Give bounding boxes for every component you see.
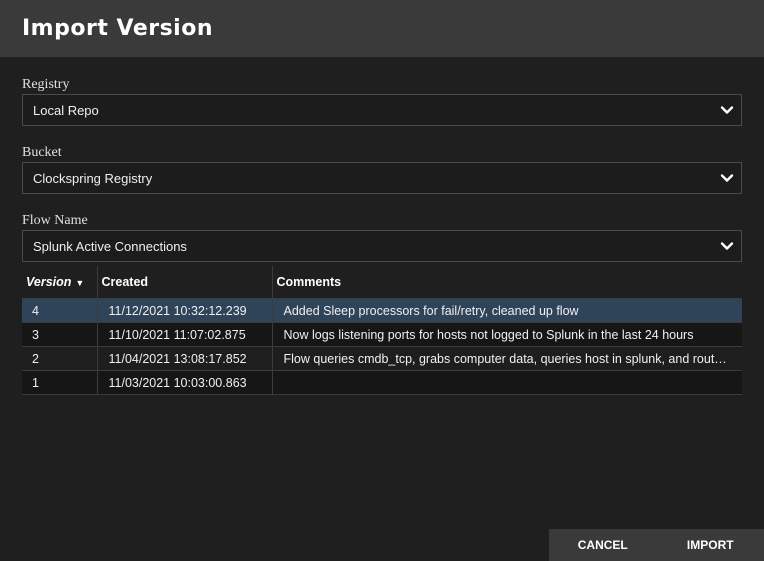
column-header-version[interactable]: Version ▼ <box>22 266 98 299</box>
cell-created: 11/03/2021 10:03:00.863 <box>97 370 273 395</box>
dialog-titlebar: Import Version <box>0 0 764 57</box>
import-form: Registry Local Repo Bucket Clockspring R… <box>0 77 764 262</box>
bucket-label: Bucket <box>22 145 62 160</box>
cell-created: 11/12/2021 10:32:12.239 <box>97 298 273 323</box>
registry-value: Local Repo <box>33 102 99 118</box>
column-header-version-label: Version <box>26 275 72 289</box>
table-row[interactable]: 3 11/10/2021 11:07:02.875 Now logs liste… <box>22 322 742 347</box>
cell-created: 11/10/2021 11:07:02.875 <box>97 322 273 347</box>
registry-select[interactable]: Local Repo <box>22 94 742 126</box>
sort-desc-icon: ▼ <box>75 277 85 288</box>
column-header-comments-label: Comments <box>276 275 342 289</box>
dialog-footer: CANCEL IMPORT <box>549 529 764 561</box>
cell-comments: Added Sleep processors for fail/retry, c… <box>272 298 742 323</box>
column-header-comments[interactable]: Comments <box>272 266 742 299</box>
cell-version: 1 <box>22 370 98 395</box>
table-row[interactable]: 1 11/03/2021 10:03:00.863 <box>22 370 742 395</box>
table-row[interactable]: 2 11/04/2021 13:08:17.852 Flow queries c… <box>22 346 742 371</box>
bucket-select[interactable]: Clockspring Registry <box>22 162 742 194</box>
flow-name-label: Flow Name <box>22 213 88 228</box>
table-row[interactable]: 4 11/12/2021 10:32:12.239 Added Sleep pr… <box>22 298 742 323</box>
cell-version: 2 <box>22 346 98 371</box>
cell-version: 3 <box>22 322 98 347</box>
registry-label: Registry <box>22 77 70 92</box>
chevron-down-icon <box>720 106 734 114</box>
cell-comments <box>272 370 742 395</box>
cell-created: 11/04/2021 13:08:17.852 <box>97 346 273 371</box>
bucket-value: Clockspring Registry <box>33 170 153 186</box>
cancel-button[interactable]: CANCEL <box>549 529 657 561</box>
chevron-down-icon <box>720 242 734 250</box>
import-version-dialog: Import Version Registry Local Repo Bucke… <box>0 0 764 561</box>
cell-comments: Now logs listening ports for hosts not l… <box>272 322 742 347</box>
cell-version: 4 <box>22 298 98 323</box>
import-button[interactable]: IMPORT <box>657 529 764 561</box>
flow-name-select[interactable]: Splunk Active Connections <box>22 230 742 262</box>
table-header-row: Version ▼ Created Comments <box>22 266 742 299</box>
cell-comments: Flow queries cmdb_tcp, grabs computer da… <box>272 346 742 371</box>
versions-table: Version ▼ Created Comments 4 11/12/2021 1… <box>22 266 742 395</box>
column-header-created-label: Created <box>101 275 149 289</box>
chevron-down-icon <box>720 174 734 182</box>
flow-name-value: Splunk Active Connections <box>33 238 187 254</box>
column-header-created[interactable]: Created <box>97 266 273 299</box>
dialog-title: Import Version <box>22 16 214 41</box>
